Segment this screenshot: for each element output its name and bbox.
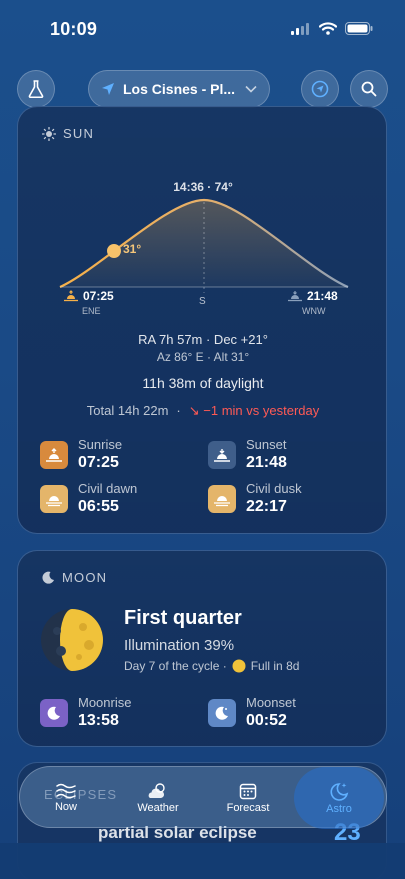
tab-weather-label: Weather <box>137 802 179 814</box>
sunrise-icon <box>40 440 68 469</box>
moonrise-icon <box>40 698 68 727</box>
waves-icon <box>56 783 76 799</box>
moon-title-text: MOON <box>62 570 108 585</box>
ra-dec-text: RA 7h 57m · Dec +21° <box>138 332 268 347</box>
sunset-value: 21:48 <box>246 454 287 471</box>
sunrise-value: 07:25 <box>78 454 119 471</box>
moon-icon <box>42 571 54 584</box>
moonset-icon <box>208 698 236 727</box>
sunrise-marker: 07:25 <box>64 289 114 303</box>
sunrise-label: Sunrise <box>78 437 123 452</box>
daylight-total-row: Total 14h 22m · ↘ −1 min vs yesterday <box>18 403 388 419</box>
home-indicator-area <box>0 843 405 879</box>
civil-dusk-value: 22:17 <box>246 498 287 515</box>
tab-weather[interactable]: Weather <box>118 767 198 829</box>
tab-forecast[interactable]: Forecast <box>208 767 288 829</box>
sunrise-time-label: 07:25 <box>83 289 114 303</box>
moon-phase-name: First quarter <box>124 607 242 629</box>
full-moon-icon <box>232 659 246 673</box>
compass-icon <box>311 80 329 98</box>
sun-title-text: SUN <box>63 126 95 141</box>
civil-dusk-icon <box>208 484 236 513</box>
battery-icon <box>345 22 373 35</box>
status-time: 10:09 <box>50 19 98 39</box>
az-alt-text: Az 86° E · Alt 31° <box>156 350 250 364</box>
moonset-event: Moonset 00:52 <box>208 695 296 730</box>
moon-stars-icon <box>330 783 349 801</box>
civil-dusk-label: Civil dusk <box>246 481 302 496</box>
daylight-delta-text: ↘ −1 min vs yesterday <box>188 403 320 418</box>
sunset-marker: 21:48 <box>288 289 338 303</box>
search-button[interactable] <box>350 70 388 108</box>
moonrise-value: 13:58 <box>78 712 119 729</box>
sunset-small-icon <box>288 291 302 302</box>
tab-astro-label: Astro <box>326 803 352 815</box>
location-arrow-icon <box>102 83 114 95</box>
tab-bar: Now Weather Forecast Astro <box>19 766 387 829</box>
moon-phase-icon <box>41 609 103 671</box>
south-label: S <box>199 296 206 307</box>
sunset-time-label: 21:48 <box>307 289 338 303</box>
flask-icon <box>28 80 44 98</box>
location-selector[interactable]: Los Cisnes - Pl... <box>88 70 270 108</box>
sun-altitude-label: 31° <box>123 242 142 256</box>
status-bar: 10:09 <box>0 0 405 56</box>
moon-card-title: MOON <box>42 570 107 585</box>
civil-dusk-event: Civil dusk 22:17 <box>208 481 302 516</box>
sunrise-small-icon <box>64 290 78 302</box>
sun-cloud-icon <box>148 783 165 798</box>
moon-illumination: Illumination 39% <box>124 637 235 654</box>
moonrise-label: Moonrise <box>78 695 132 710</box>
moonrise-event: Moonrise 13:58 <box>40 695 131 730</box>
sun-card-title: SUN <box>42 126 94 141</box>
sunset-direction: WNW <box>302 306 326 316</box>
locate-button[interactable] <box>301 70 339 108</box>
moon-cycle-row: Day 7 of the cycle · Full in 8d <box>124 659 299 673</box>
daylight-text: 11h 38m of daylight <box>142 375 264 391</box>
civil-dawn-icon <box>40 484 68 513</box>
sun-card[interactable]: SUN 14:36 · 74° 31° 07:25 ENE S 21:48 WN… <box>17 106 387 534</box>
total-daylight-text: Total 14h 22m <box>86 403 169 418</box>
moon-cycle-text: Day 7 of the cycle · <box>124 659 227 673</box>
sunset-icon <box>208 440 236 469</box>
signal-icon <box>291 22 309 35</box>
top-bar: Los Cisnes - Pl... <box>0 70 405 110</box>
civil-dawn-label: Civil dawn <box>78 481 138 496</box>
tab-now[interactable]: Now <box>26 767 106 829</box>
location-name: Los Cisnes - Pl... <box>123 81 236 97</box>
sun-peak-label: 14:36 · 74° <box>173 180 233 194</box>
status-icons <box>291 22 373 35</box>
civil-dawn-event: Civil dawn 06:55 <box>40 481 137 516</box>
moonset-label: Moonset <box>246 695 296 710</box>
separator-dot: · <box>176 403 181 418</box>
moonset-value: 00:52 <box>246 712 287 729</box>
full-moon-countdown: Full in 8d <box>250 659 300 673</box>
sunrise-event: Sunrise 07:25 <box>40 437 122 472</box>
tab-astro[interactable]: Astro <box>294 767 384 829</box>
tab-forecast-label: Forecast <box>226 802 270 814</box>
moon-card[interactable]: MOON First quarter Illumination 39% Day … <box>17 550 387 747</box>
lab-button[interactable] <box>17 70 55 108</box>
sunset-event: Sunset 21:48 <box>208 437 287 472</box>
sun-position-marker <box>107 244 121 258</box>
wifi-icon <box>319 22 337 35</box>
calendar-icon <box>239 783 257 800</box>
civil-dawn-value: 06:55 <box>78 498 119 515</box>
sunset-label: Sunset <box>246 437 287 452</box>
search-icon <box>361 81 377 97</box>
sunrise-direction: ENE <box>82 306 101 316</box>
chevron-down-icon <box>245 85 257 93</box>
tab-now-label: Now <box>54 801 77 813</box>
sun-icon <box>42 126 56 141</box>
